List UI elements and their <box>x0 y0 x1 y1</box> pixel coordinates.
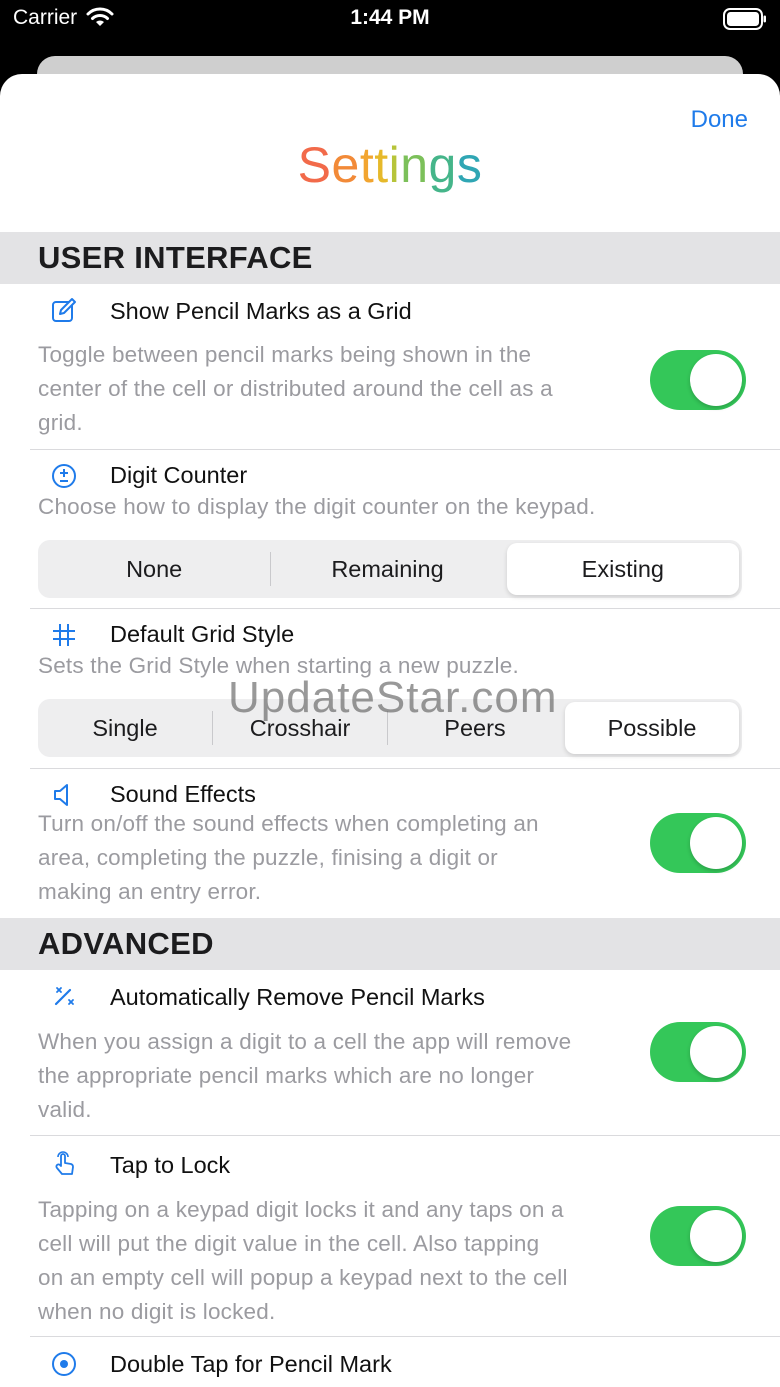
setting-row-double-tap: Double Tap for Pencil Mark <box>0 1337 780 1387</box>
setting-description: Toggle between pencil marks being shown … <box>38 342 553 435</box>
setting-description: Tapping on a keypad digit locks it and a… <box>38 1197 568 1324</box>
status-bar: Carrier 1:44 PM <box>0 0 780 56</box>
setting-title: Automatically Remove Pencil Marks <box>110 984 485 1010</box>
setting-title: Double Tap for Pencil Mark <box>110 1351 392 1377</box>
hand-tap-icon <box>50 1150 78 1178</box>
setting-title: Sound Effects <box>110 781 256 807</box>
section-header-advanced: ADVANCED <box>0 918 780 970</box>
grid-hash-icon <box>50 621 78 649</box>
page-title: Settings <box>297 137 483 193</box>
setting-title: Show Pencil Marks as a Grid <box>110 298 412 324</box>
setting-title: Digit Counter <box>110 462 248 488</box>
setting-row-pencil-grid: Show Pencil Marks as a Grid Toggle betwe… <box>0 284 780 449</box>
done-button[interactable]: Done <box>691 106 748 134</box>
setting-description: Turn on/off the sound effects when compl… <box>38 811 539 904</box>
segment-possible[interactable]: Possible <box>565 702 739 754</box>
setting-description: Choose how to display the digit counter … <box>38 494 596 519</box>
setting-row-sound-effects: Sound Effects Turn on/off the sound effe… <box>0 769 780 918</box>
setting-row-auto-remove: Automatically Remove Pencil Marks When y… <box>0 970 780 1135</box>
speaker-icon <box>50 781 78 809</box>
segment-none[interactable]: None <box>38 540 270 598</box>
setting-title: Default Grid Style <box>110 621 295 647</box>
setting-title: Tap to Lock <box>110 1152 231 1178</box>
watermark-text: UpdateStar.com <box>228 673 558 722</box>
section-header-user-interface: USER INTERFACE <box>0 232 780 284</box>
segment-single[interactable]: Single <box>38 699 212 757</box>
edit-icon <box>50 296 78 324</box>
digit-counter-segmented-control[interactable]: None Remaining Existing <box>38 540 742 598</box>
auto-remove-toggle[interactable] <box>650 1022 746 1082</box>
section-label: USER INTERFACE <box>38 240 313 275</box>
status-time: 1:44 PM <box>350 6 430 29</box>
settings-sheet: Done Settings USER INTERFACE Show Pencil… <box>0 74 780 1387</box>
target-circle-icon <box>50 1350 78 1378</box>
pencil-grid-toggle[interactable] <box>650 350 746 410</box>
battery-icon <box>723 8 766 30</box>
sound-effects-toggle[interactable] <box>650 813 746 873</box>
plus-minus-circle-icon <box>50 462 78 490</box>
segment-existing[interactable]: Existing <box>506 543 739 595</box>
segment-remaining[interactable]: Remaining <box>271 540 503 598</box>
setting-description: When you assign a digit to a cell the ap… <box>38 1029 572 1122</box>
tap-to-lock-toggle[interactable] <box>650 1206 746 1266</box>
setting-row-digit-counter: Digit Counter Choose how to display the … <box>0 450 780 608</box>
magic-wand-icon <box>50 982 78 1010</box>
setting-row-tap-to-lock: Tap to Lock Tapping on a keypad digit lo… <box>0 1136 780 1336</box>
section-label: ADVANCED <box>38 926 214 961</box>
